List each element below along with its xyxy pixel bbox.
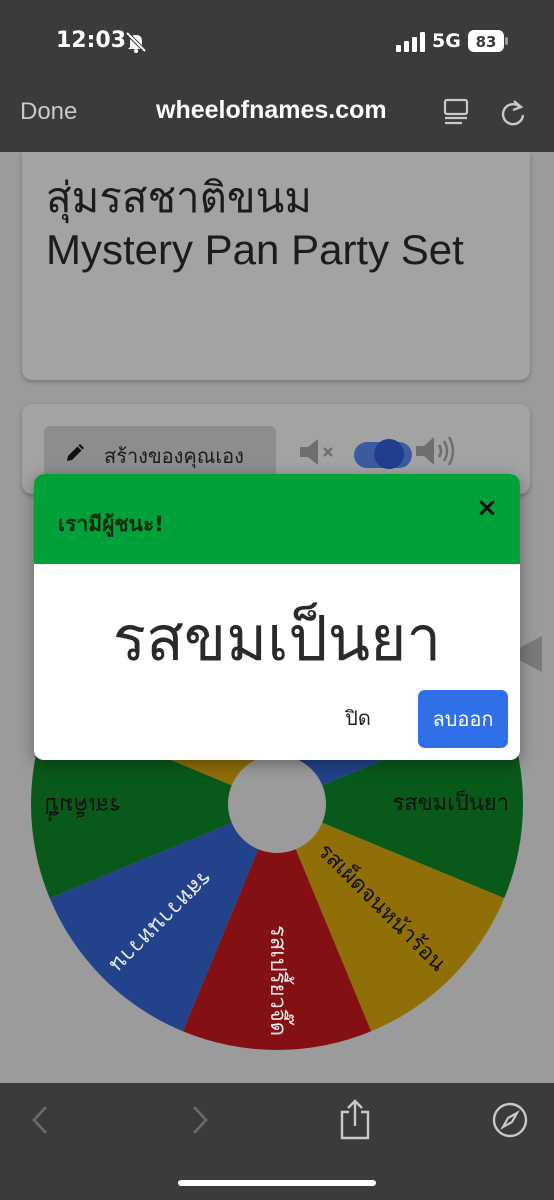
close-button[interactable]: ปิด <box>328 700 388 736</box>
wheel-title: สุ่มรสชาติขนม Mystery Pan Party Set <box>46 174 464 273</box>
done-button[interactable]: Done <box>20 98 77 126</box>
winner-dialog: เรามีผู้ชนะ! × รสขมเป็นยา ปิด ลบออก <box>34 474 520 760</box>
mute-icon[interactable] <box>298 436 342 468</box>
status-time: 12:03 <box>56 28 127 53</box>
battery-level: 83 <box>476 33 497 51</box>
network-type: 5G <box>432 30 461 52</box>
dialog-header: เรามีผู้ชนะ! × <box>34 474 520 564</box>
back-icon[interactable] <box>28 1104 52 1136</box>
close-icon[interactable]: × <box>474 494 500 522</box>
volume-icon[interactable] <box>414 434 460 468</box>
wheel-segment-label: รสเค็มปี๋ <box>45 792 121 822</box>
forward-icon[interactable] <box>188 1104 212 1136</box>
url-label[interactable]: wheelofnames.com <box>156 96 387 125</box>
sound-toggle[interactable] <box>354 439 412 469</box>
home-indicator <box>178 1180 376 1186</box>
share-icon[interactable] <box>338 1098 372 1140</box>
wheel-center[interactable] <box>228 755 326 853</box>
pencil-icon <box>67 444 84 461</box>
remove-button[interactable]: ลบออก <box>418 690 508 748</box>
reader-icon[interactable] <box>442 98 470 126</box>
dialog-title: เรามีผู้ชนะ! <box>58 512 164 536</box>
reload-icon[interactable] <box>498 98 528 128</box>
wheel-segment-label: รสขมเป็นยา <box>392 788 509 816</box>
title-card: สุ่มรสชาติขนม Mystery Pan Party Set <box>22 152 530 380</box>
winner-name: รสขมเป็นยา <box>112 602 442 675</box>
create-your-own-button[interactable]: สร้างของคุณเอง <box>44 426 276 478</box>
signal-icon <box>396 32 425 52</box>
create-your-own-label: สร้างของคุณเอง <box>104 444 244 468</box>
battery-icon: 83 <box>468 30 508 52</box>
toggle-knob <box>374 439 404 469</box>
bell-muted-icon <box>125 31 147 53</box>
wheel-segment-label: รสเปรี้ยวจี๊ด <box>265 925 295 1036</box>
compass-icon[interactable] <box>492 1102 528 1138</box>
